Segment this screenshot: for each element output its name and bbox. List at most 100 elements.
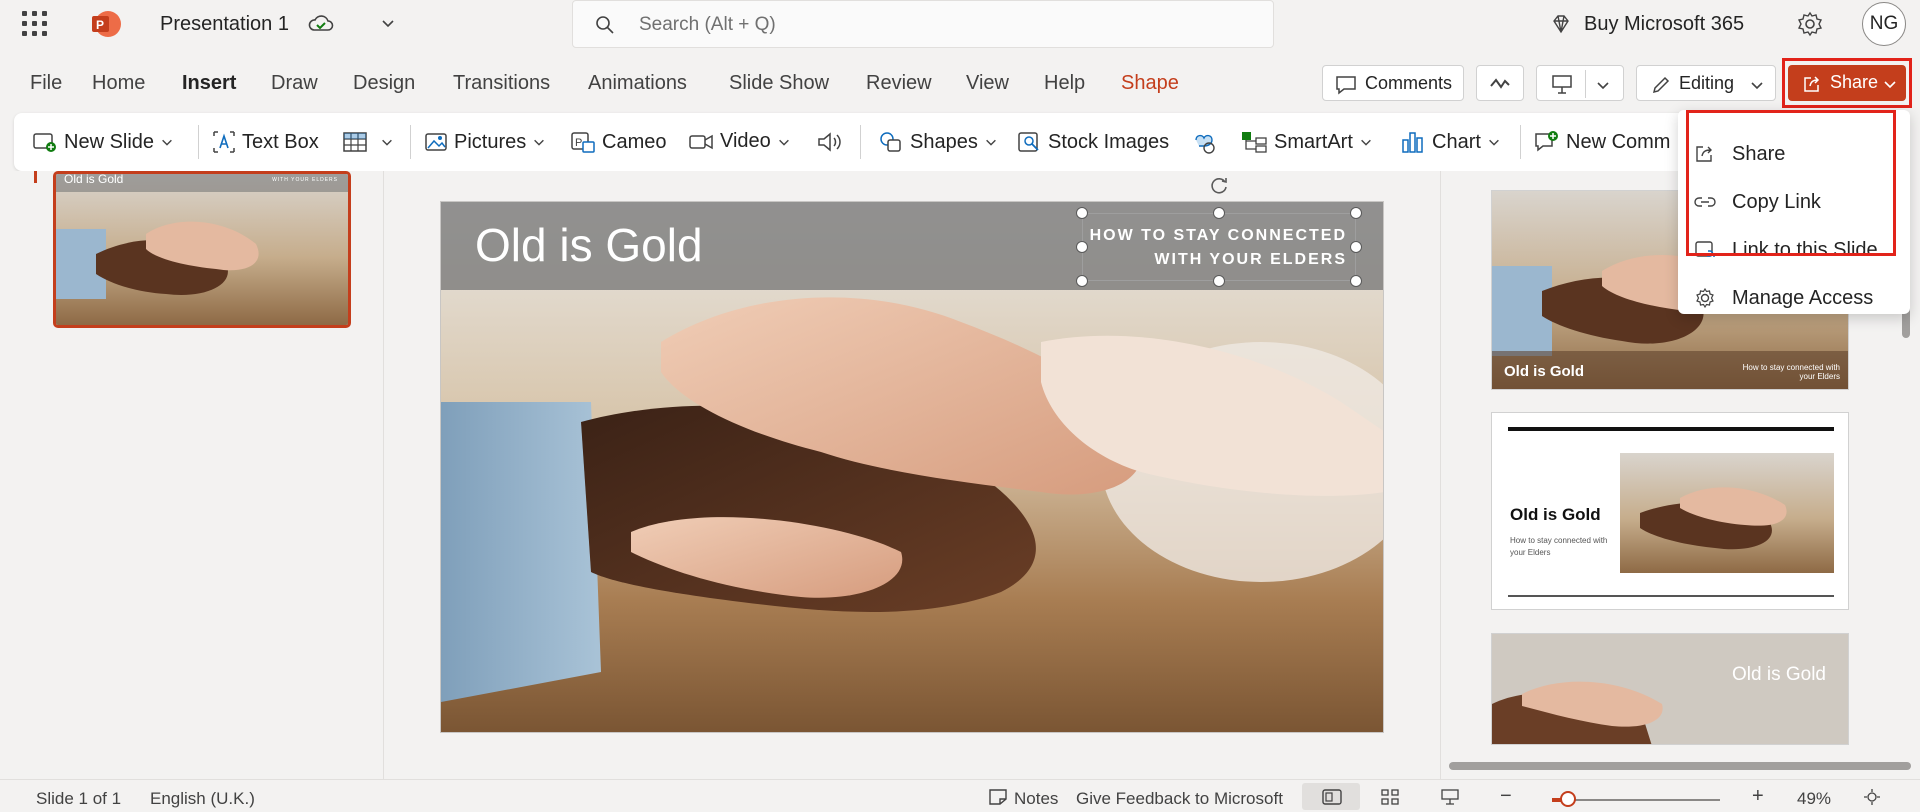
tab-transitions[interactable]: Transitions [453, 72, 550, 95]
stock-images-icon [1018, 132, 1039, 152]
tab-slide-show[interactable]: Slide Show [729, 72, 829, 95]
slide-title[interactable]: Old is Gold [475, 218, 703, 272]
video-label: Video [720, 130, 771, 152]
chevron-down-icon [1489, 139, 1499, 146]
design-idea-1-subtitle: How to stay connected with your Elders [1742, 363, 1840, 381]
app-launcher-icon[interactable] [22, 11, 48, 37]
smartart-icon [1242, 132, 1267, 153]
powerpoint-logo-icon[interactable]: P [90, 10, 122, 38]
chevron-down-icon [162, 139, 172, 146]
slide-number-marker [34, 171, 37, 183]
stock-images-label: Stock Images [1048, 130, 1170, 153]
feedback-link[interactable]: Give Feedback to Microsoft [1076, 789, 1283, 809]
resize-handle[interactable] [1076, 275, 1088, 287]
reading-view-icon[interactable] [1440, 788, 1460, 806]
resize-handle[interactable] [1213, 275, 1225, 287]
shapes-icon [880, 132, 901, 152]
buy-microsoft-365-link[interactable]: Buy Microsoft 365 [1584, 13, 1744, 36]
normal-view-icon [1322, 789, 1342, 805]
chevron-down-icon[interactable] [1595, 77, 1611, 93]
tab-design[interactable]: Design [353, 72, 415, 95]
tab-draw[interactable]: Draw [271, 72, 318, 95]
search-placeholder: Search (Alt + Q) [639, 14, 776, 35]
tab-home[interactable]: Home [92, 72, 145, 95]
slide-count: Slide 1 of 1 [36, 789, 122, 808]
design-idea-2-subtitle: How to stay connected with your Elders [1510, 536, 1608, 557]
resize-handle[interactable] [1076, 241, 1088, 253]
manage-access-menu-item[interactable]: Manage Access [1678, 276, 1910, 320]
rotate-handle-icon[interactable] [1208, 174, 1230, 196]
resize-handle[interactable] [1076, 207, 1088, 219]
icons-button[interactable] [1190, 130, 1226, 156]
shapes-label: Shapes [910, 130, 978, 153]
chart-button[interactable]: Chart [1400, 130, 1507, 154]
language-status[interactable]: English (U.K.) [150, 789, 255, 809]
cameo-button[interactable]: P Cameo [570, 130, 666, 154]
search-input[interactable]: Search (Alt + Q) [572, 0, 1274, 48]
cameo-icon: P [571, 132, 595, 153]
tab-shape[interactable]: Shape [1121, 72, 1179, 95]
new-slide-button[interactable]: New Slide [32, 130, 180, 154]
zoom-slider-thumb[interactable] [1560, 791, 1576, 807]
catch-up-button[interactable] [1476, 65, 1524, 101]
editing-mode-button[interactable]: Editing [1636, 65, 1776, 101]
zoom-in-button[interactable]: + [1752, 785, 1764, 808]
comments-button[interactable]: Comments [1322, 65, 1464, 101]
slide-sorter-icon[interactable] [1380, 788, 1400, 806]
dropdown-highlight-box [1686, 110, 1896, 256]
text-box-label: Text Box [242, 130, 319, 153]
tab-view[interactable]: View [966, 72, 1009, 95]
horizontal-scrollbar[interactable] [1449, 762, 1911, 770]
status-bar: Slide 1 of 1 English (U.K.) Notes Give F… [0, 779, 1920, 812]
text-box-button[interactable]: Text Box [212, 130, 319, 154]
resize-handle[interactable] [1350, 275, 1362, 287]
pencil-icon [1652, 76, 1670, 94]
new-comment-icon [1535, 131, 1558, 152]
new-comment-button[interactable]: New Comm [1534, 130, 1670, 154]
resize-handle[interactable] [1213, 207, 1225, 219]
table-icon [343, 132, 367, 152]
normal-view-button[interactable] [1302, 783, 1360, 810]
avatar[interactable]: NG [1862, 2, 1906, 46]
notes-icon [989, 789, 1007, 805]
shapes-button[interactable]: Shapes [878, 130, 1004, 154]
table-button[interactable] [342, 130, 400, 154]
notes-button[interactable]: Notes [1014, 789, 1058, 809]
stock-images-button[interactable]: Stock Images [1016, 130, 1169, 154]
video-button[interactable]: Video [688, 130, 797, 153]
present-button[interactable] [1536, 65, 1624, 101]
comment-icon [1336, 76, 1356, 95]
hands-photo [441, 202, 1383, 732]
tab-animations[interactable]: Animations [588, 72, 687, 95]
resize-handle[interactable] [1350, 241, 1362, 253]
document-title[interactable]: Presentation 1 [160, 13, 289, 36]
tab-file[interactable]: File [30, 72, 62, 95]
tab-help[interactable]: Help [1044, 72, 1085, 95]
chevron-down-icon [534, 139, 545, 146]
chevron-down-icon[interactable] [380, 15, 396, 31]
smartart-button[interactable]: SmartArt [1240, 130, 1379, 154]
pictures-button[interactable]: Pictures [424, 130, 552, 154]
text-box-icon [213, 131, 235, 153]
fit-to-window-icon[interactable] [1862, 788, 1882, 806]
gear-icon[interactable] [1797, 11, 1823, 37]
manage-access-label: Manage Access [1732, 286, 1874, 309]
selected-text-box[interactable] [1082, 213, 1356, 281]
editing-label: Editing [1679, 73, 1735, 93]
tab-insert[interactable]: Insert [182, 72, 236, 95]
gear-icon [1696, 287, 1714, 309]
zoom-out-button[interactable]: − [1500, 785, 1512, 808]
cloud-saved-icon[interactable] [308, 13, 334, 35]
chevron-down-icon [985, 139, 996, 146]
zoom-level[interactable]: 49% [1797, 789, 1831, 809]
design-idea-2[interactable]: Old is Gold How to stay connected with y… [1491, 412, 1849, 610]
diamond-icon [1553, 15, 1569, 34]
tab-review[interactable]: Review [866, 72, 932, 95]
audio-button[interactable] [816, 130, 850, 154]
chevron-down-icon [1751, 82, 1763, 90]
design-idea-3[interactable]: Old is Gold [1491, 633, 1849, 745]
resize-handle[interactable] [1350, 207, 1362, 219]
slide-thumbnail-1[interactable]: Old is Gold WITH YOUR ELDERS [53, 171, 351, 328]
search-icon [596, 16, 614, 34]
zoom-slider[interactable] [1552, 799, 1720, 801]
